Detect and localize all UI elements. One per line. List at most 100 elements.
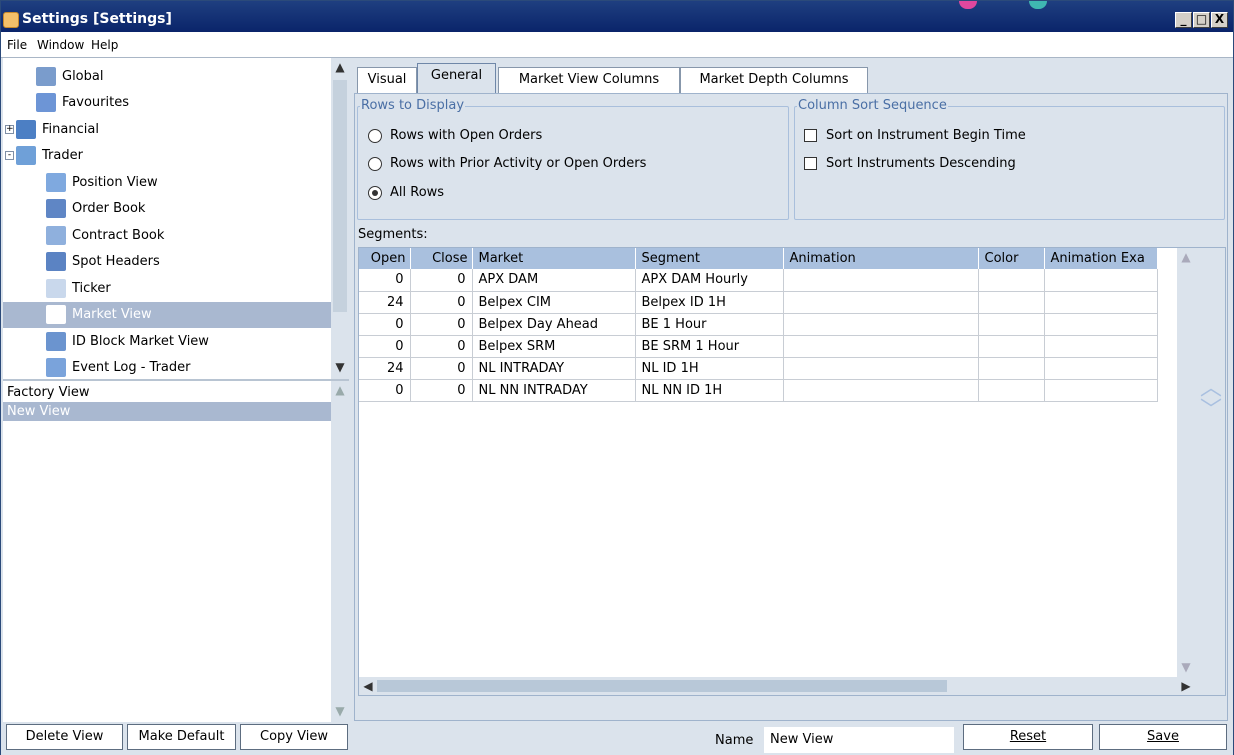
copy-view-button[interactable]: Copy View [240,724,348,750]
table-row[interactable]: 0 0 APX DAM APX DAM Hourly [359,269,1158,292]
collapse-icon[interactable]: - [5,151,14,160]
table-cell[interactable] [783,379,979,402]
tab-visual[interactable]: Visual [357,67,417,93]
table-cell[interactable]: NL ID 1H [635,357,784,380]
tree-item[interactable]: Market View [3,301,331,328]
radio-icon[interactable] [368,128,382,143]
tab-market-view-columns[interactable]: Market View Columns [498,67,680,93]
scroll-thumb[interactable] [377,680,947,692]
table-cell[interactable] [1044,357,1158,380]
view-item-factory[interactable]: Factory View [3,383,331,402]
col-close[interactable]: Close [410,248,473,269]
table-cell[interactable] [978,313,1045,336]
table-cell[interactable] [783,313,979,336]
close-button[interactable]: X [1211,12,1228,28]
table-cell[interactable]: NL NN ID 1H [635,379,784,402]
minimize-button[interactable]: _ [1175,12,1192,28]
table-row[interactable]: 0 0 Belpex Day Ahead BE 1 Hour [359,313,1158,336]
scroll-thumb[interactable] [333,80,347,312]
maximize-button[interactable]: □ [1193,12,1210,28]
table-cell[interactable]: NL NN INTRADAY [472,379,636,402]
table-cell[interactable]: APX DAM [472,269,636,292]
table-cell[interactable]: NL INTRADAY [472,357,636,380]
table-cell[interactable] [1044,291,1158,314]
radio-all-rows[interactable]: All Rows [368,185,444,200]
col-animation[interactable]: Animation [783,248,979,269]
scroll-up-icon[interactable]: ▲ [331,381,349,399]
tree-scrollbar[interactable]: ▲ ▼ [331,58,349,379]
table-cell[interactable]: 0 [359,335,411,358]
checkbox-icon[interactable] [804,157,817,170]
view-name-input[interactable]: New View [764,727,954,753]
table-row[interactable]: 24 0 Belpex CIM Belpex ID 1H [359,291,1158,314]
delete-view-button[interactable]: Delete View [6,724,123,750]
table-cell[interactable]: 0 [359,313,411,336]
move-up-icon[interactable]: ︿ [1200,378,1222,400]
table-horizontal-scrollbar[interactable]: ◀ ▶ [359,677,1196,695]
menu-window[interactable]: Window [37,38,84,52]
table-row[interactable]: 24 0 NL INTRADAY NL ID 1H [359,357,1158,380]
tree-item[interactable]: Ticker [3,275,331,301]
col-segment[interactable]: Segment [635,248,784,269]
scroll-down-icon[interactable]: ▼ [331,702,349,720]
menu-file[interactable]: File [7,38,27,52]
tree-item[interactable]: + Financial [3,116,331,142]
table-cell[interactable] [783,357,979,380]
table-row[interactable]: 0 0 NL NN INTRADAY NL NN ID 1H [359,379,1158,402]
move-down-icon[interactable]: ﹀ [1200,400,1222,422]
col-animation-example[interactable]: Animation Exa [1044,248,1158,269]
tree-item[interactable]: Favourites [3,90,331,116]
col-open[interactable]: Open [359,248,411,269]
table-cell[interactable]: 0 [359,269,411,292]
scroll-up-icon[interactable]: ▲ [331,58,349,76]
view-item-new[interactable]: New View [3,402,331,421]
menu-help[interactable]: Help [91,38,118,52]
tree-item[interactable]: Order Book [3,196,331,222]
table-cell[interactable] [978,357,1045,380]
scroll-left-icon[interactable]: ◀ [359,677,377,695]
tree-item[interactable]: Position View [3,169,331,195]
table-cell[interactable]: 0 [410,313,473,336]
scroll-right-icon[interactable]: ▶ [1177,677,1195,695]
table-cell[interactable]: Belpex Day Ahead [472,313,636,336]
table-cell[interactable]: 0 [410,357,473,380]
table-cell[interactable]: 24 [359,357,411,380]
table-cell[interactable]: 0 [359,379,411,402]
tree-item[interactable]: - Trader [3,143,331,169]
table-cell[interactable]: 0 [410,269,473,292]
checkbox-sort-descending[interactable]: Sort Instruments Descending [804,156,1016,171]
scroll-down-icon[interactable]: ▼ [1177,658,1195,676]
tree-item[interactable]: Global [3,63,331,89]
table-cell[interactable]: Belpex SRM [472,335,636,358]
col-market[interactable]: Market [472,248,636,269]
title-bar[interactable]: Settings [Settings] _ □ X [1,1,1233,32]
scroll-up-icon[interactable]: ▲ [1177,248,1195,266]
save-button[interactable]: Save [1099,724,1227,750]
table-cell[interactable] [978,335,1045,358]
tab-general[interactable]: General [417,63,496,94]
table-cell[interactable]: Belpex ID 1H [635,291,784,314]
table-cell[interactable]: 0 [410,291,473,314]
tab-market-depth-columns[interactable]: Market Depth Columns [680,67,868,93]
table-cell[interactable]: 0 [410,335,473,358]
radio-selected-icon[interactable] [368,185,382,200]
checkbox-sort-begin-time[interactable]: Sort on Instrument Begin Time [804,128,1026,143]
table-cell[interactable]: Belpex CIM [472,291,636,314]
radio-open-orders[interactable]: Rows with Open Orders [368,128,542,143]
scroll-down-icon[interactable]: ▼ [331,358,349,376]
table-cell[interactable] [1044,379,1158,402]
reset-button[interactable]: Reset [963,724,1093,750]
table-cell[interactable]: APX DAM Hourly [635,269,784,292]
tree-item[interactable]: ID Block Market View [3,328,331,354]
make-default-button[interactable]: Make Default [127,724,236,750]
table-cell[interactable] [978,291,1045,314]
table-cell[interactable] [783,269,979,292]
table-cell[interactable] [783,335,979,358]
table-cell[interactable] [978,379,1045,402]
col-color[interactable]: Color [978,248,1045,269]
table-cell[interactable]: BE SRM 1 Hour [635,335,784,358]
table-cell[interactable]: BE 1 Hour [635,313,784,336]
radio-icon[interactable] [368,156,382,171]
table-cell[interactable] [783,291,979,314]
tree-item[interactable]: Event Log - Trader [3,355,331,380]
